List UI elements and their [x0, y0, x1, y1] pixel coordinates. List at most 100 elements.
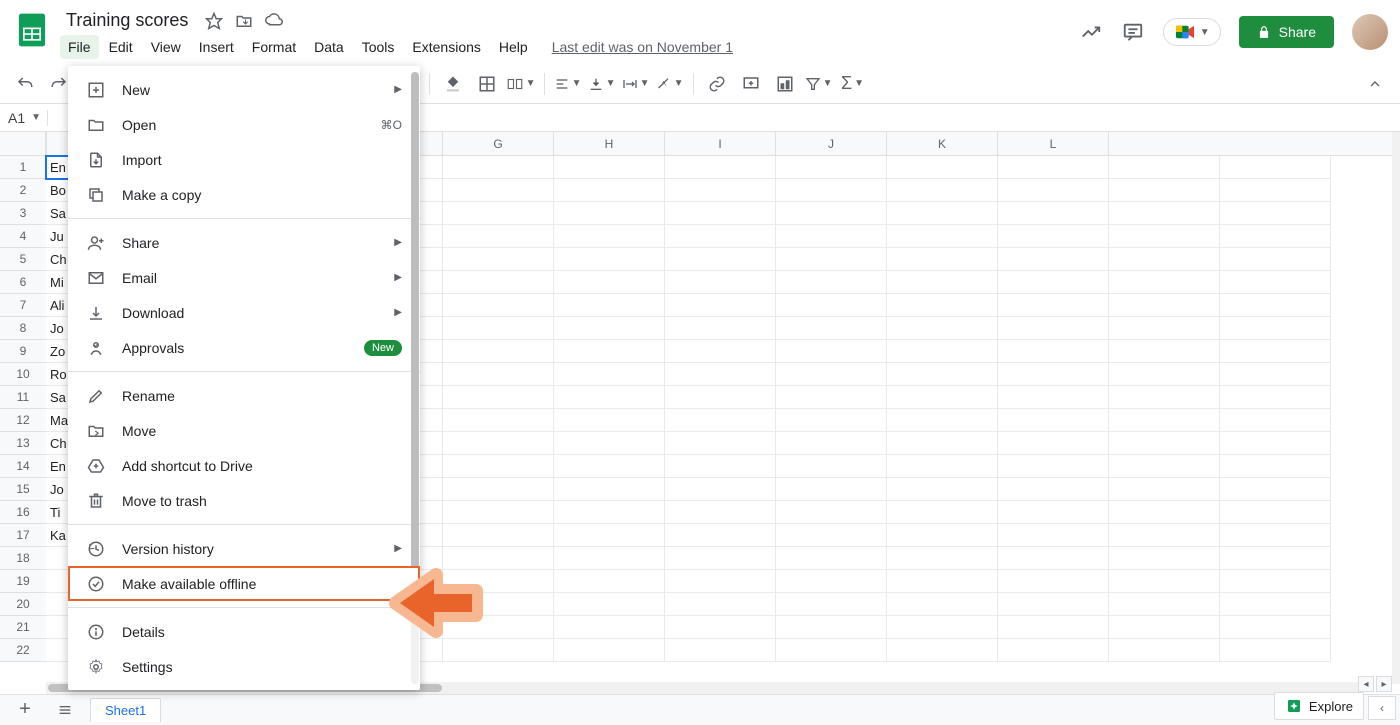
cell[interactable]: [776, 639, 887, 662]
cell[interactable]: [665, 202, 776, 225]
cell[interactable]: [776, 478, 887, 501]
cell[interactable]: [665, 455, 776, 478]
col-header[interactable]: L: [998, 132, 1109, 155]
cell[interactable]: [1109, 294, 1220, 317]
last-edit-link[interactable]: Last edit was on November 1: [552, 35, 733, 59]
cell[interactable]: [998, 317, 1109, 340]
cell[interactable]: [1109, 225, 1220, 248]
cell[interactable]: [998, 179, 1109, 202]
fill-color-button[interactable]: [438, 69, 468, 99]
cell[interactable]: [1109, 432, 1220, 455]
menu-email[interactable]: Email ▶: [68, 260, 420, 295]
menu-help[interactable]: Help: [491, 35, 536, 59]
cell[interactable]: [1220, 271, 1331, 294]
row-header[interactable]: 22: [0, 639, 46, 662]
cell[interactable]: [443, 156, 554, 179]
cell[interactable]: [665, 156, 776, 179]
cell[interactable]: [1220, 432, 1331, 455]
cell[interactable]: [776, 547, 887, 570]
cell[interactable]: [1109, 570, 1220, 593]
col-header[interactable]: G: [443, 132, 554, 155]
cell[interactable]: [554, 409, 665, 432]
cell[interactable]: [1220, 409, 1331, 432]
meet-button[interactable]: ▼: [1163, 18, 1221, 46]
cell[interactable]: [665, 593, 776, 616]
cell[interactable]: [554, 317, 665, 340]
menu-data[interactable]: Data: [306, 35, 352, 59]
cell[interactable]: [1220, 570, 1331, 593]
sheet-tab[interactable]: Sheet1: [90, 698, 161, 722]
cell[interactable]: [1220, 386, 1331, 409]
cell[interactable]: [1220, 179, 1331, 202]
cell[interactable]: [887, 363, 998, 386]
cell[interactable]: [887, 156, 998, 179]
valign-button[interactable]: ▼: [587, 69, 617, 99]
cell[interactable]: [887, 432, 998, 455]
row-header[interactable]: 1: [0, 156, 46, 179]
cell[interactable]: [665, 225, 776, 248]
cell[interactable]: [887, 501, 998, 524]
cell[interactable]: [665, 271, 776, 294]
cell[interactable]: [998, 570, 1109, 593]
cell[interactable]: [1220, 248, 1331, 271]
cell[interactable]: [665, 340, 776, 363]
explore-button[interactable]: Explore: [1274, 692, 1364, 720]
move-folder-icon[interactable]: [234, 11, 254, 31]
cell[interactable]: [443, 593, 554, 616]
cell[interactable]: [1109, 248, 1220, 271]
toolbar-collapse-button[interactable]: [1360, 69, 1390, 99]
cell[interactable]: [776, 570, 887, 593]
cell[interactable]: [1220, 225, 1331, 248]
cell[interactable]: [887, 524, 998, 547]
cell[interactable]: [1220, 524, 1331, 547]
cell[interactable]: [887, 478, 998, 501]
menu-settings[interactable]: Settings: [68, 649, 420, 684]
star-icon[interactable]: [204, 11, 224, 31]
menu-approvals[interactable]: Approvals New: [68, 330, 420, 365]
cell[interactable]: [776, 340, 887, 363]
menu-insert[interactable]: Insert: [191, 35, 242, 59]
cell[interactable]: [1109, 156, 1220, 179]
menu-move-trash[interactable]: Move to trash: [68, 483, 420, 518]
cell[interactable]: [665, 432, 776, 455]
menu-view[interactable]: View: [143, 35, 189, 59]
cell[interactable]: [443, 501, 554, 524]
cell[interactable]: [665, 179, 776, 202]
rotate-button[interactable]: A▼: [655, 69, 685, 99]
menu-file[interactable]: File: [60, 35, 99, 59]
row-header[interactable]: 2: [0, 179, 46, 202]
cell[interactable]: [443, 294, 554, 317]
cell[interactable]: [776, 455, 887, 478]
col-header[interactable]: K: [887, 132, 998, 155]
cell[interactable]: [887, 340, 998, 363]
scroll-right[interactable]: ▸: [1376, 676, 1392, 692]
row-header[interactable]: 5: [0, 248, 46, 271]
cell[interactable]: [776, 593, 887, 616]
filter-button[interactable]: ▼: [804, 69, 834, 99]
row-header[interactable]: 21: [0, 616, 46, 639]
cell[interactable]: [998, 386, 1109, 409]
cell[interactable]: [665, 639, 776, 662]
cell[interactable]: [665, 570, 776, 593]
row-header[interactable]: 13: [0, 432, 46, 455]
cell[interactable]: [776, 363, 887, 386]
cell[interactable]: [1109, 547, 1220, 570]
cell[interactable]: [998, 432, 1109, 455]
cell[interactable]: [665, 294, 776, 317]
wrap-button[interactable]: ▼: [621, 69, 651, 99]
cell[interactable]: [1109, 271, 1220, 294]
cell[interactable]: [443, 202, 554, 225]
cell[interactable]: [998, 593, 1109, 616]
cell[interactable]: [554, 570, 665, 593]
link-button[interactable]: [702, 69, 732, 99]
cell[interactable]: [887, 294, 998, 317]
cell[interactable]: [887, 271, 998, 294]
cell[interactable]: [887, 616, 998, 639]
document-title[interactable]: Training scores: [60, 8, 194, 33]
chart-button[interactable]: [770, 69, 800, 99]
cell[interactable]: [998, 363, 1109, 386]
cell[interactable]: [776, 386, 887, 409]
col-header[interactable]: I: [665, 132, 776, 155]
cell[interactable]: [665, 478, 776, 501]
cell[interactable]: [1220, 363, 1331, 386]
